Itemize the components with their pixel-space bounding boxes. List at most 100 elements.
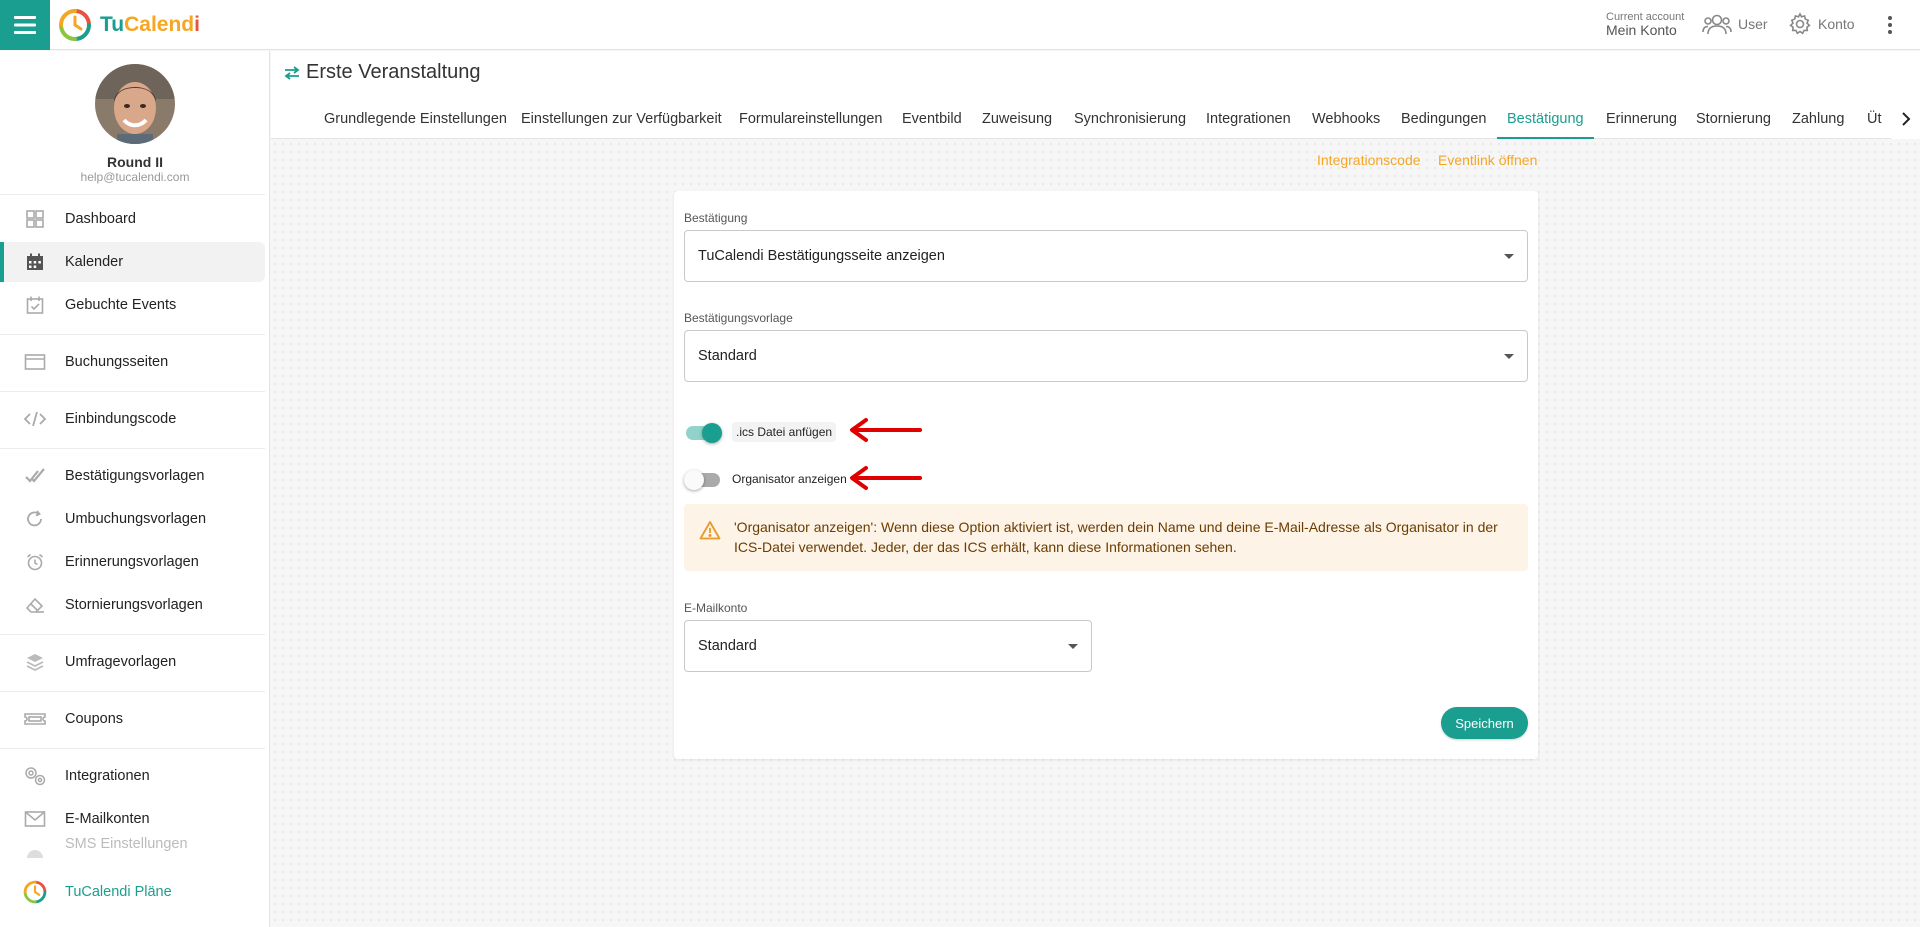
- sidebar-item-label: Gebuchte Events: [65, 297, 177, 313]
- sidebar-item-label: Umbuchungsvorlagen: [65, 511, 207, 527]
- tab-verfuegbarkeit[interactable]: Einstellungen zur Verfügbarkeit: [521, 99, 722, 139]
- sidebar-item-sms-einstellungen[interactable]: SMS Einstellungen: [0, 830, 265, 864]
- top-bar: TuCalendi Current account Mein Konto Use…: [0, 0, 1920, 50]
- settings-tabs: Grundlegende Einstellungen Einstellungen…: [271, 99, 1891, 139]
- chevron-down-icon: [1504, 254, 1514, 259]
- sidebar-item-tucalendi-plaene[interactable]: TuCalendi Pläne: [0, 872, 265, 912]
- tucalendi-logo-icon: [59, 9, 91, 41]
- calendar-check-icon: [23, 293, 47, 317]
- nav-divider: [0, 691, 265, 692]
- integration-code-link[interactable]: Integrationscode: [1317, 152, 1421, 168]
- ics-attach-toggle[interactable]: [684, 422, 722, 443]
- organizer-info-alert: 'Organisator anzeigen': Wenn diese Optio…: [684, 504, 1528, 571]
- avatar[interactable]: [95, 64, 175, 144]
- tab-synchronisierung[interactable]: Synchronisierung: [1074, 99, 1186, 139]
- nav-divider: [0, 634, 265, 635]
- sidebar-item-integrationen[interactable]: Integrationen: [0, 756, 265, 796]
- nav-divider: [0, 334, 265, 335]
- sidebar-item-bestaetigungsvorlagen[interactable]: Bestätigungsvorlagen: [0, 456, 265, 496]
- alarm-clock-icon: [23, 550, 47, 574]
- sidebar-item-erinnerungsvorlagen[interactable]: Erinnerungsvorlagen: [0, 542, 265, 582]
- mail-account-select[interactable]: Standard: [684, 620, 1092, 672]
- confirmation-select-value: TuCalendi Bestätigungsseite anzeigen: [698, 248, 945, 264]
- tabs-scroll-right-button[interactable]: [1891, 99, 1920, 139]
- users-icon: [1702, 14, 1732, 35]
- open-event-link[interactable]: Eventlink öffnen: [1438, 152, 1537, 168]
- tab-stornierung[interactable]: Stornierung: [1696, 99, 1771, 139]
- swap-arrows-icon[interactable]: [284, 66, 300, 80]
- envelope-icon: [23, 807, 47, 831]
- ics-toggle-label: .ics Datei anfügen: [732, 422, 837, 442]
- gears-icon: [23, 764, 47, 788]
- sidebar-item-dashboard[interactable]: Dashboard: [0, 199, 265, 239]
- avatar-photo: [95, 64, 175, 144]
- sidebar-item-stornierungsvorlagen[interactable]: Stornierungsvorlagen: [0, 585, 265, 625]
- hamburger-icon: [14, 16, 36, 34]
- user-menu[interactable]: User: [1702, 12, 1768, 36]
- sidebar-item-umfragevorlagen[interactable]: Umfragevorlagen: [0, 642, 265, 682]
- tab-integrationen[interactable]: Integrationen: [1206, 99, 1291, 139]
- sidebar-item-einbindungscode[interactable]: Einbindungscode: [0, 399, 265, 439]
- organizer-toggle[interactable]: [684, 469, 720, 490]
- sidebar-item-label: Integrationen: [65, 768, 150, 784]
- current-account[interactable]: Current account Mein Konto: [1606, 11, 1684, 37]
- alert-text: 'Organisator anzeigen': Wenn diese Optio…: [734, 519, 1498, 555]
- hamburger-menu-button[interactable]: [0, 0, 50, 50]
- ics-toggle-row: .ics Datei anfügen: [684, 420, 837, 444]
- chevron-right-icon: [1901, 112, 1910, 126]
- sidebar-item-umbuchungsvorlagen[interactable]: Umbuchungsvorlagen: [0, 499, 265, 539]
- profile-email: help@tucalendi.com: [80, 170, 190, 184]
- sidebar-item-label: Kalender: [65, 254, 124, 270]
- tab-grundlegende-einstellungen[interactable]: Grundlegende Einstellungen: [324, 99, 507, 139]
- sidebar-item-buchungsseiten[interactable]: Buchungsseiten: [0, 342, 265, 382]
- sidebar-item-label: Einbindungscode: [65, 411, 177, 427]
- save-button[interactable]: Speichern: [1441, 707, 1528, 739]
- sidebar-item-label: Dashboard: [65, 211, 136, 227]
- tucalendi-logo-icon: [23, 880, 47, 904]
- tab-zahlung[interactable]: Zahlung: [1792, 99, 1844, 139]
- sidebar-item-gebuchte-events[interactable]: Gebuchte Events: [0, 285, 265, 325]
- event-header: Erste Veranstaltung Grundlegende Einstel…: [271, 51, 1920, 139]
- sidebar-item-label: Coupons: [65, 711, 124, 727]
- confirmation-label: Bestätigung: [684, 211, 748, 225]
- tab-eventbild[interactable]: Eventbild: [902, 99, 962, 139]
- tab-webhooks[interactable]: Webhooks: [1312, 99, 1380, 139]
- profile-name: Round II: [107, 154, 163, 170]
- more-options-button[interactable]: [1884, 13, 1896, 37]
- template-select[interactable]: Standard: [684, 330, 1528, 382]
- page-title: Erste Veranstaltung: [306, 61, 481, 83]
- app-logo[interactable]: TuCalendi: [58, 9, 200, 41]
- sidebar-item-label: Umfragevorlagen: [65, 654, 177, 670]
- tab-zuweisung[interactable]: Zuweisung: [982, 99, 1052, 139]
- nav-divider: [0, 391, 265, 392]
- dashboard-grid-icon: [23, 207, 47, 231]
- confirmation-settings-card: Bestätigung TuCalendi Bestätigungsseite …: [674, 191, 1538, 759]
- tab-formulareinstellungen[interactable]: Formulareinstellungen: [739, 99, 882, 139]
- confirmation-select[interactable]: TuCalendi Bestätigungsseite anzeigen: [684, 230, 1528, 282]
- sidebar-item-label: Erinnerungsvorlagen: [65, 554, 199, 570]
- tab-truncated[interactable]: Üt: [1867, 99, 1882, 139]
- refresh-icon: [23, 507, 47, 531]
- mail-account-label: E-Mailkonto: [684, 601, 748, 615]
- tab-bestaetigung[interactable]: Bestätigung: [1497, 99, 1594, 139]
- sidebar: Round II help@tucalendi.com Dashboard Ka…: [0, 51, 270, 927]
- konto-menu[interactable]: Konto: [1788, 12, 1855, 36]
- warning-icon: [699, 521, 721, 540]
- sidebar-item-kalender[interactable]: Kalender: [0, 242, 265, 282]
- browser-window-icon: [23, 350, 47, 374]
- tab-bedingungen[interactable]: Bedingungen: [1401, 99, 1486, 139]
- mail-account-select-value: Standard: [698, 638, 757, 654]
- sidebar-item-label: SMS Einstellungen: [65, 836, 188, 852]
- sidebar-item-label: Stornierungsvorlagen: [65, 597, 203, 613]
- sidebar-item-label: Bestätigungsvorlagen: [65, 468, 205, 484]
- nav-divider: [0, 748, 265, 749]
- organizer-toggle-label: Organisator anzeigen: [732, 472, 847, 486]
- sidebar-item-label: Buchungsseiten: [65, 354, 169, 370]
- sidebar-item-coupons[interactable]: Coupons: [0, 699, 265, 739]
- organizer-toggle-row: Organisator anzeigen: [684, 467, 847, 491]
- eraser-icon: [23, 593, 47, 617]
- template-select-value: Standard: [698, 348, 757, 364]
- code-icon: [23, 407, 47, 431]
- tab-erinnerung[interactable]: Erinnerung: [1606, 99, 1677, 139]
- nav-divider: [0, 448, 265, 449]
